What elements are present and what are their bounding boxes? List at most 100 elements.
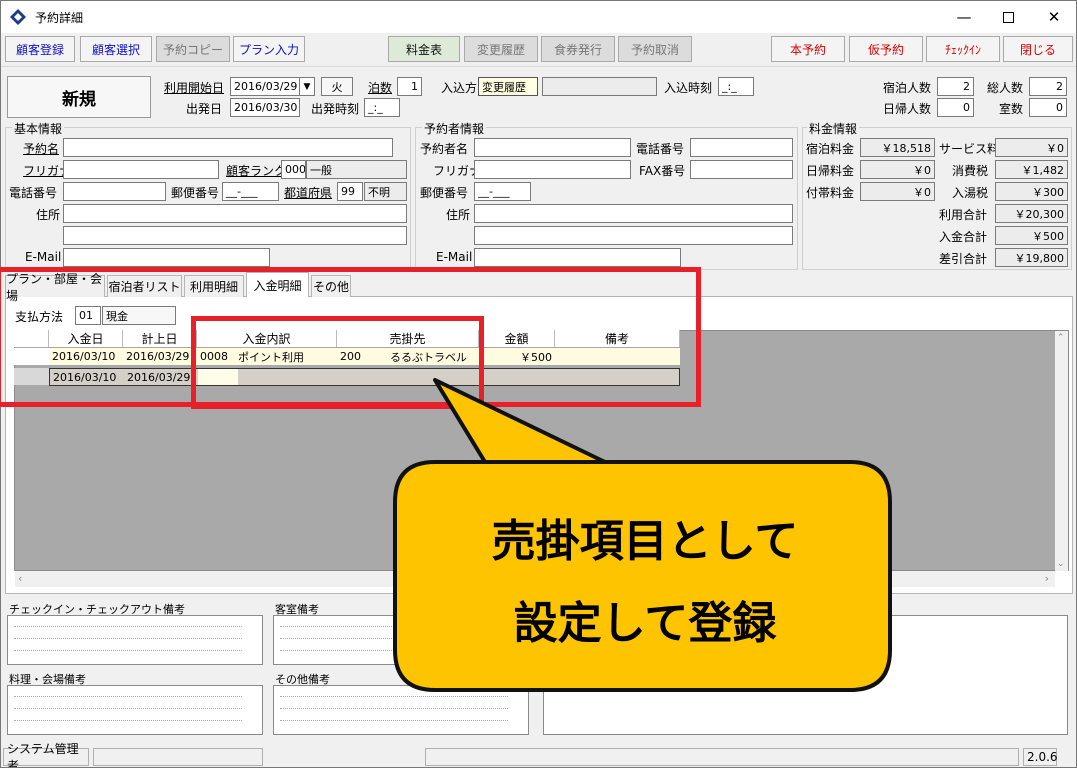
status-version: 2.0.6 [1023,748,1058,766]
status-user: システム管理者 [3,742,89,767]
booker-fax-field[interactable] [690,160,793,179]
meal-ticket-button[interactable]: 食券発行 [541,36,615,62]
fee-info-title: 料金情報 [807,120,860,137]
booker-address-label: 住所 [446,208,471,222]
checkin-method-field[interactable] [542,77,657,96]
close-icon: ✕ [1047,8,1061,26]
checkin-time-label: 入込時刻 [664,81,713,95]
tax-label: 消費税 [952,164,989,178]
reservation-copy-button[interactable]: 予約コピー [156,36,230,62]
start-date-field[interactable]: 2016/03/29 [230,77,300,96]
close-button[interactable]: 閉じる [1003,36,1073,62]
toolbar: 顧客登録 顧客選択 予約コピー プラン入力 料金表 変更履歴 食券発行 予約取消… [1,33,1076,67]
weekday-field: 火 [321,77,353,96]
reservation-name-label: 予約名 [23,142,60,156]
address-label: 住所 [36,208,61,222]
maximize-button[interactable] [985,1,1031,33]
status-badge: 新規 [7,76,151,118]
app-icon [10,9,26,25]
nights-label: 泊数 [368,81,393,95]
total-count-label: 総人数 [987,81,1024,95]
booker-email-label: E-Mail [436,250,473,264]
status-panel-3 [425,748,1019,766]
date-dropdown[interactable]: ▼ [299,77,315,96]
service-fee-value: ￥0 [995,138,1068,157]
title-bar: 予約詳細 — ✕ [1,1,1076,33]
address-field-1[interactable] [63,204,407,223]
depart-date-label: 出発日 [186,102,223,116]
service-fee-label: サービス料 [939,142,1000,156]
checkin-note-field[interactable] [7,615,263,665]
booker-info-title: 予約者情報 [422,120,487,137]
customer-register-button[interactable]: 顧客登録 [5,36,75,62]
booker-name-field[interactable] [474,138,631,157]
stay-fee-value: ￥18,518 [860,138,935,157]
change-history-button[interactable]: 変更履歴 [464,36,538,62]
tax-value: ￥1,482 [995,160,1068,179]
zip-label: 郵便番号 [171,186,220,200]
extra-fee-value: ￥0 [860,182,935,201]
day-count-field[interactable]: 0 [937,98,974,117]
window-title: 予約詳細 [35,11,84,25]
customer-select-button[interactable]: 顧客選択 [80,36,152,62]
email-label: E-Mail [25,250,62,264]
nights-field[interactable]: 1 [397,77,422,96]
booker-fax-label: FAX番号 [639,164,686,178]
booker-address-field-2[interactable] [474,226,793,245]
zip-field[interactable]: __-___ [222,182,279,201]
booker-address-field-1[interactable] [474,204,793,223]
checkin-button[interactable]: ﾁｪｯｸｲﾝ [926,36,1000,62]
paid-total-label: 入金合計 [939,230,988,244]
checkin-time-field[interactable]: _:_ [718,77,754,96]
day-fee-label: 日帰料金 [806,164,855,178]
rank-name-field: 一般 [306,160,407,179]
stay-count-field[interactable]: 2 [937,77,974,96]
minimize-icon: — [956,8,972,26]
phone-field[interactable] [63,182,166,201]
rooms-label: 室数 [999,102,1024,116]
tentative-reservation-button[interactable]: 仮予約 [849,36,923,62]
start-date-label: 利用開始日 [164,81,225,95]
booker-kana-field[interactable] [474,160,631,179]
booker-zip-field[interactable]: __-___ [474,182,531,201]
callout-line-1: 売掛項目として [491,516,799,567]
booker-email-field[interactable] [474,248,681,267]
depart-time-label: 出発時刻 [311,102,360,116]
main-reservation-button[interactable]: 本予約 [771,36,845,62]
total-count-field[interactable]: 2 [1029,77,1067,96]
rank-code-field[interactable]: 000 [281,160,306,179]
plan-input-button[interactable]: プラン入力 [233,36,305,62]
booker-phone-field[interactable] [690,138,793,157]
checkin-method-label: 入込方 [441,81,478,95]
scroll-right-icon: › [1044,572,1049,585]
booker-name-label: 予約者名 [420,142,469,156]
callout-line-2: 設定して登録 [513,598,777,649]
balance-value: ￥19,800 [995,248,1068,267]
scroll-up-icon: ⌃ [1057,333,1065,343]
status-panel-2 [93,748,263,766]
day-fee-value: ￥0 [860,160,935,179]
close-window-button[interactable]: ✕ [1031,1,1076,33]
reservation-name-field[interactable] [63,138,393,157]
stay-count-label: 宿泊人数 [883,81,932,95]
booker-zip-label: 郵便番号 [420,186,469,200]
rooms-field[interactable]: 0 [1029,98,1067,117]
minimize-button[interactable]: — [941,1,987,33]
extra-fee-label: 付帯料金 [806,186,855,200]
cancel-reservation-button[interactable]: 予約取消 [618,36,692,62]
address-field-2[interactable] [63,226,407,245]
email-field[interactable] [63,248,270,267]
scroll-down-icon: ⌄ [1057,559,1065,569]
booker-phone-label: 電話番号 [636,142,685,156]
rank-label: 顧客ランク [226,164,287,178]
maximize-icon [1002,11,1014,23]
grid-vertical-scrollbar[interactable]: ⌃ ⌄ [1055,331,1068,571]
use-total-label: 利用合計 [939,208,988,222]
balance-label: 差引合計 [939,252,988,266]
prefecture-code-field[interactable]: 99 [337,182,363,201]
kana-field[interactable] [63,160,219,179]
depart-date-field[interactable]: 2016/03/30 [230,98,300,117]
food-note-field[interactable] [7,685,263,735]
rate-table-button[interactable]: 料金表 [388,36,460,62]
depart-time-field[interactable]: _:_ [364,98,400,117]
